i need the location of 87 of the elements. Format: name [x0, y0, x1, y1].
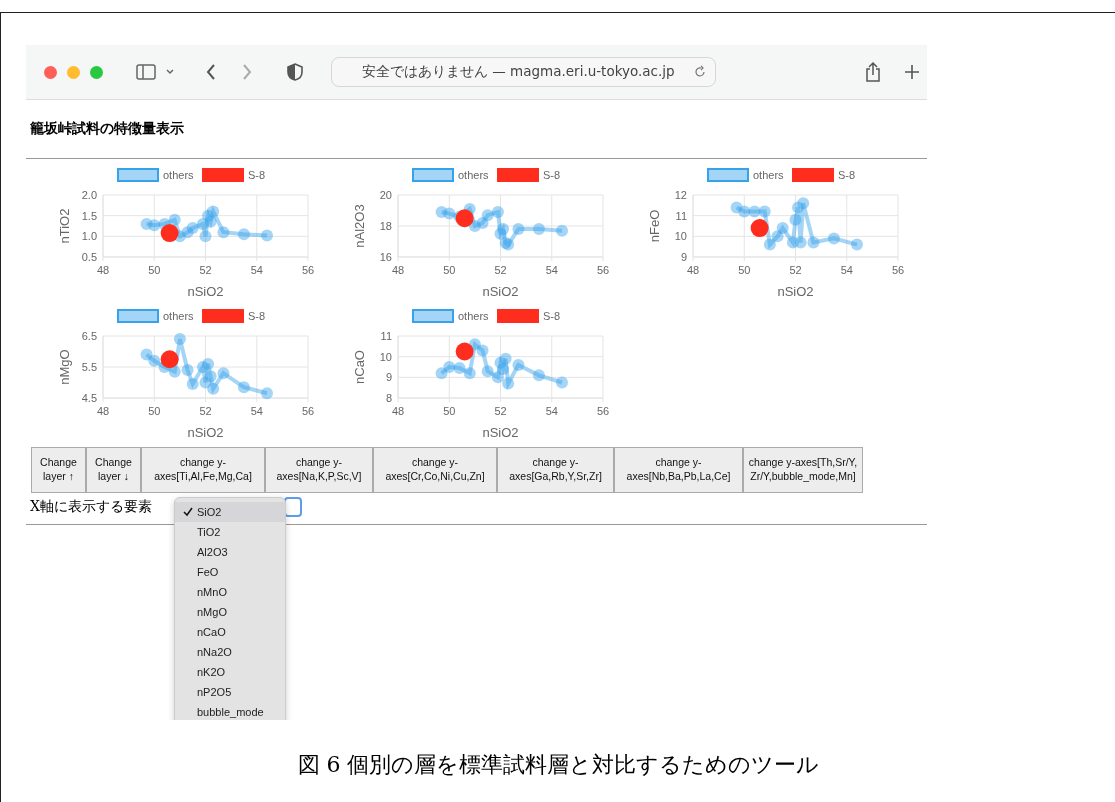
y-tick-label: 8 — [385, 392, 392, 404]
y-tick-label: 11 — [380, 330, 392, 342]
x-axis-title: nSiO2 — [482, 284, 519, 299]
legend-label: S-8 — [838, 169, 856, 181]
x-tick-label: 48 — [391, 405, 405, 417]
y-tick-label: 4.5 — [81, 392, 97, 404]
legend-label: others — [458, 310, 489, 322]
x-tick-label: 56 — [301, 264, 315, 276]
y-tick-label: 2.0 — [81, 189, 97, 201]
y-axis-title: nAl2O3 — [352, 204, 367, 248]
x-axis-select-label: X軸に表示する要素 — [30, 498, 152, 516]
chart-control-button[interactable]: change y-axes[Th,Sr/Y, Zr/Y,bubble_mode,Mn] — [743, 447, 863, 493]
x-tick-label: 54 — [250, 405, 263, 417]
chart-control-button[interactable]: Change layer ↓ — [86, 447, 141, 493]
x-tick-label: 50 — [738, 264, 751, 276]
legend-label: S-8 — [248, 169, 266, 181]
x-tick-label: 56 — [596, 264, 610, 276]
y-tick-label: 10 — [379, 350, 392, 363]
y-tick-label: 16 — [379, 251, 392, 263]
y-tick-label: 9 — [680, 251, 687, 263]
x-tick-label: 50 — [148, 264, 161, 276]
x-tick-label: 48 — [391, 264, 405, 276]
figure-caption: 図 6 個別の層を標準試料層と対比するためのツール — [296, 751, 821, 779]
x-tick-label: 48 — [686, 264, 700, 276]
chart-control-button[interactable]: change y-axes[Ti,Al,Fe,Mg,Ca] — [141, 447, 265, 493]
address-bar[interactable]: 安全ではありません — magma.eri.u-tokyo.ac.jp — [331, 57, 716, 87]
y-axis-title: nTiO2 — [57, 208, 72, 244]
y-axis-title: nMgO — [57, 349, 72, 385]
x-tick-label: 48 — [96, 405, 110, 417]
y-tick-label: 1.0 — [81, 230, 97, 243]
menu-option[interactable]: nNa2O — [175, 642, 285, 662]
x-tick-label: 50 — [443, 264, 456, 276]
x-tick-label: 52 — [494, 405, 507, 417]
y-tick-label: 11 — [675, 209, 687, 222]
menu-option[interactable]: bubble_mode — [175, 702, 285, 720]
address-text: 安全ではありません — magma.eri.u-tokyo.ac.jp — [362, 63, 675, 81]
y-tick-label: 20 — [379, 189, 392, 201]
x-tick-label: 56 — [596, 405, 610, 417]
y-axis-title: nCaO — [352, 350, 367, 384]
menu-option[interactable]: nCaO — [175, 622, 285, 642]
legend-label: others — [163, 310, 194, 322]
x-tick-label: 52 — [199, 264, 212, 276]
x-tick-label: 52 — [789, 264, 802, 276]
y-tick-label: 12 — [674, 189, 687, 201]
chart-control-button[interactable]: change y-axes[Na,K,P,Sc,V] — [265, 447, 373, 493]
y-tick-label: 1.5 — [81, 209, 97, 222]
legend-label: S-8 — [543, 169, 561, 181]
chart-control-button[interactable]: change y-axes[Nb,Ba,Pb,La,Ce] — [614, 447, 743, 493]
x-tick-label: 56 — [891, 264, 905, 276]
x-axis-title: nSiO2 — [187, 284, 224, 299]
menu-option[interactable]: nMnO — [175, 582, 285, 602]
x-tick-label: 52 — [494, 264, 507, 276]
x-axis-title: nSiO2 — [777, 284, 814, 299]
x-tick-label: 50 — [443, 405, 456, 417]
x-tick-label: 52 — [199, 405, 212, 417]
menu-option[interactable]: Al2O3 — [175, 542, 285, 562]
menu-option[interactable]: nP2O5 — [175, 682, 285, 702]
menu-option[interactable]: FeO — [175, 562, 285, 582]
legend-label: S-8 — [543, 310, 561, 322]
chart-control-button[interactable]: change y-axes[Cr,Co,Ni,Cu,Zn] — [373, 447, 497, 493]
menu-option[interactable]: TiO2 — [175, 522, 285, 542]
legend-label: others — [163, 169, 194, 181]
x-axis-title: nSiO2 — [482, 425, 519, 440]
x-tick-label: 54 — [250, 264, 263, 276]
menu-option[interactable]: nK2O — [175, 662, 285, 682]
x-tick-label: 54 — [545, 264, 558, 276]
x-tick-label: 56 — [301, 405, 315, 417]
chart-control-button[interactable]: change y-axes[Ga,Rb,Y,Sr,Zr] — [497, 447, 614, 493]
x-tick-label: 48 — [96, 264, 110, 276]
menu-option[interactable]: nMgO — [175, 602, 285, 622]
x-tick-label: 54 — [545, 405, 558, 417]
y-tick-label: 10 — [674, 230, 687, 243]
legend-label: S-8 — [248, 310, 266, 322]
x-tick-label: 54 — [840, 264, 853, 276]
legend-label: others — [458, 169, 489, 181]
y-axis-title: nFeO — [647, 209, 662, 243]
chart-control-button[interactable]: Change layer ↑ — [31, 447, 86, 493]
legend-label: others — [753, 169, 784, 181]
page-title: 籠坂峠試料の特徴量表示 — [29, 119, 185, 138]
y-tick-label: 6.5 — [81, 330, 97, 342]
y-tick-label: 0.5 — [81, 251, 97, 263]
y-tick-label: 18 — [379, 220, 392, 232]
x-tick-label: 50 — [148, 405, 161, 417]
y-tick-label: 9 — [385, 371, 392, 384]
x-axis-title: nSiO2 — [187, 425, 224, 440]
menu-option[interactable]: SiO2 — [175, 502, 285, 522]
y-tick-label: 5.5 — [81, 361, 97, 373]
